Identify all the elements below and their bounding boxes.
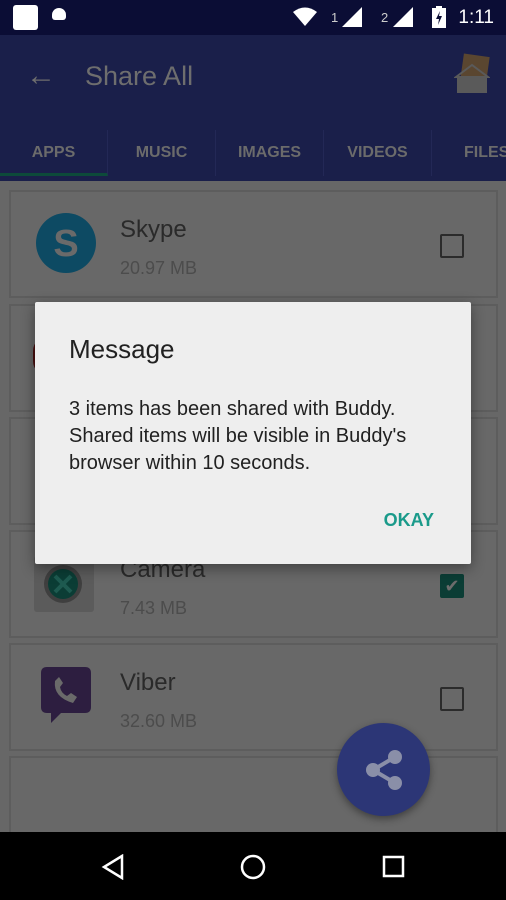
dialog-message: 3 items has been shared with Buddy. Shar…	[69, 398, 407, 474]
home-icon[interactable]	[240, 854, 266, 880]
back-arrow-icon[interactable]: ←	[26, 59, 56, 93]
tab-files[interactable]: FILES	[432, 130, 506, 176]
app-size: 32.60 MB	[120, 711, 198, 731]
battery-charging-icon	[432, 6, 446, 28]
list-item[interactable]: Viber 32.60 MB	[9, 643, 498, 751]
recents-icon[interactable]	[382, 855, 406, 879]
tab-images[interactable]: IMAGES	[216, 130, 324, 176]
app-toolbar: ← Share All APPS MUSIC IMAGES VIDEOS FIL…	[0, 35, 506, 181]
app-size: 7.43 MB	[120, 598, 188, 618]
signal-icon	[342, 7, 362, 27]
list-item[interactable]: S Skype 20.97 MB	[9, 190, 498, 298]
tab-bar: APPS MUSIC IMAGES VIDEOS FILES	[0, 125, 506, 181]
app-size: 20.97 MB	[120, 258, 198, 278]
clock: 1:11	[458, 7, 494, 28]
back-icon[interactable]	[100, 854, 126, 880]
dialog-title: Message	[69, 334, 175, 364]
app-name: Skype	[120, 216, 187, 243]
svg-text:S: S	[53, 223, 78, 265]
share-icon	[366, 750, 402, 790]
select-checkbox[interactable]	[440, 234, 464, 258]
wifi-icon	[293, 7, 317, 26]
sim2-label: 2	[381, 10, 389, 25]
okay-button[interactable]: OKAY	[384, 510, 434, 531]
message-dialog: Message 3 items has been shared with Bud…	[35, 302, 471, 564]
select-checkbox-checked[interactable]: ✔	[440, 574, 464, 598]
app-name: Viber	[120, 669, 176, 696]
signal-icon	[393, 7, 413, 27]
tab-videos[interactable]: VIDEOS	[324, 130, 432, 176]
tab-music[interactable]: MUSIC	[108, 130, 216, 176]
tab-apps[interactable]: APPS	[0, 130, 108, 176]
share-fab-button[interactable]	[337, 723, 430, 816]
skype-icon: S	[36, 213, 96, 273]
status-bar: 1 2 1:11	[0, 0, 506, 35]
page-title: Share All	[85, 61, 194, 91]
app-logo-icon[interactable]	[454, 53, 490, 95]
sim1-label: 1	[331, 10, 339, 25]
android-debug-icon	[52, 8, 66, 20]
viber-icon	[41, 667, 91, 723]
notification-square-icon	[13, 5, 38, 30]
navigation-bar	[0, 832, 506, 900]
select-checkbox[interactable]	[440, 687, 464, 711]
